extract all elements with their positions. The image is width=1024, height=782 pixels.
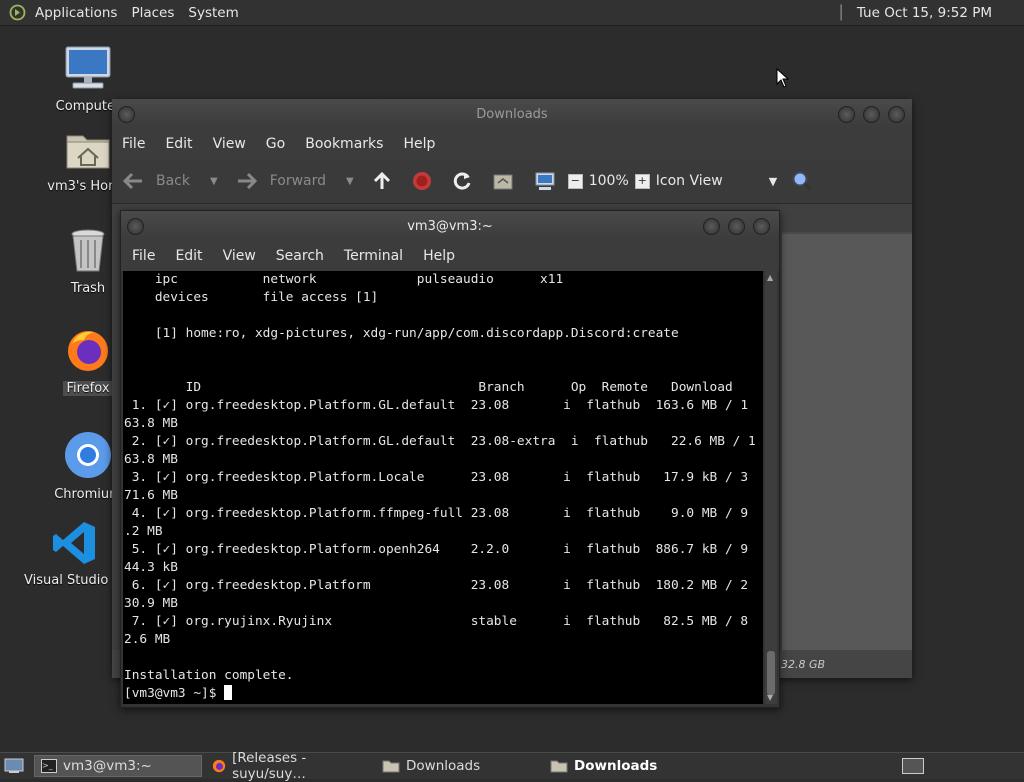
file-manager-toolbar: Back ▼ Forward ▼ − 100% + Icon View ▼ [112,159,912,204]
forward-button[interactable]: Forward ▼ [236,172,354,190]
taskbar-item-downloads-active[interactable]: Downloads [544,755,704,777]
zoom-level: 100% [588,173,629,189]
clock-text: Tue Oct 15, 9:52 PM [856,4,992,21]
up-button[interactable] [372,171,392,191]
places-menu[interactable]: Places [124,5,181,21]
window-menu-button[interactable] [118,106,135,123]
firefox-icon [68,331,108,371]
back-dropdown-icon[interactable]: ▼ [210,176,218,187]
forward-dropdown-icon[interactable]: ▼ [346,176,354,187]
terminal-menubar: File Edit View Search Terminal Help [121,241,779,271]
terminal-prompt-line[interactable]: [vm3@vm3 ~]$ [123,685,763,703]
folder-icon [382,760,400,773]
menu-help[interactable]: Help [393,136,445,152]
back-arrow-icon [122,172,142,190]
home-folder-icon [493,174,513,190]
stop-button[interactable] [412,171,432,191]
computer-icon [65,46,111,89]
zoom-in-icon[interactable]: + [634,173,650,189]
zoom-out-icon[interactable]: − [567,173,583,189]
menu-search[interactable]: Search [265,248,333,264]
terminal-titlebar[interactable]: vm3@vm3:~ [121,211,779,241]
search-icon [792,171,813,192]
reload-button[interactable] [452,171,472,191]
menu-view[interactable]: View [212,248,265,264]
clock[interactable]: ▏ Tue Oct 15, 9:52 PM [840,5,1024,21]
scroll-up-icon[interactable]: ▲ [767,273,773,282]
home-button[interactable] [492,171,514,191]
menu-edit[interactable]: Edit [164,248,211,264]
chevron-down-icon: ▼ [768,174,778,188]
maximize-button[interactable] [728,218,745,235]
show-desktop-icon[interactable] [4,758,24,774]
top-panel: Applications Places System ▏ Tue Oct 15,… [0,0,1024,26]
window-title: vm3@vm3:~ [407,218,493,234]
shell-prompt: [vm3@vm3 ~]$ [124,686,225,701]
taskbar-item-downloads[interactable]: Downloads [376,755,540,777]
forward-arrow-icon [237,172,257,190]
view-mode-select[interactable]: Icon View ▼ [656,173,777,189]
separator-handle-icon: ▏ [840,4,851,21]
stop-icon [412,172,431,190]
taskbar-item-label: [Releases - suyu/suy… [232,750,307,782]
chromium-icon [65,432,111,478]
firefox-icon [212,759,226,773]
home-folder-icon [66,135,110,169]
zoom-control[interactable]: − 100% + [567,173,650,189]
taskbar-item-firefox[interactable]: [Releases - suyu/suy… [206,750,372,782]
desktop-icon-label: Visual Studio Code [24,573,124,588]
menu-view[interactable]: View [203,136,256,152]
system-menu[interactable]: System [181,5,245,21]
terminal-text: ipc network pulseaudio x11 devices file … [124,272,756,683]
reload-icon [453,172,471,190]
file-manager-titlebar[interactable]: Downloads [112,99,912,129]
workspace-switcher-icon[interactable] [902,758,924,774]
mouse-pointer-icon [776,68,790,88]
menu-file[interactable]: File [112,136,155,152]
desktop-icon-label: Firefox [63,381,113,396]
vscode-icon [53,522,95,564]
scroll-down-icon[interactable]: ▼ [767,693,773,702]
taskbar-item-label: Downloads [406,758,481,774]
file-manager-menubar: File Edit View Go Bookmarks Help [112,129,912,159]
maximize-button[interactable] [863,106,880,123]
minimize-button[interactable] [838,106,855,123]
terminal-window: vm3@vm3:~ File Edit View Search Terminal… [120,210,780,708]
text-cursor [224,685,233,700]
system-logo-icon[interactable] [9,4,26,21]
menu-edit[interactable]: Edit [155,136,202,152]
free-space-text: 32.8 GB [781,658,826,671]
taskbar-item-terminal[interactable]: >_ vm3@vm3:~ [34,755,202,777]
search-button[interactable] [791,170,813,192]
desktop-icon-vscode[interactable]: Visual Studio Code [24,520,124,588]
terminal-output[interactable]: ipc network pulseaudio x11 devices file … [123,271,763,704]
applications-menu[interactable]: Applications [28,5,124,21]
trash-icon [71,229,105,272]
window-menu-button[interactable] [127,218,144,235]
computer-icon [535,172,555,190]
file-view-area[interactable] [782,234,912,650]
taskbar-item-label: Downloads [574,758,658,774]
back-button[interactable]: Back ▼ [122,172,218,190]
menu-file[interactable]: File [121,248,164,264]
menu-terminal[interactable]: Terminal [333,248,412,264]
menu-help[interactable]: Help [412,248,464,264]
taskbar: >_ vm3@vm3:~ [Releases - suyu/suy… Downl… [0,750,1024,782]
up-arrow-icon [373,171,390,189]
computer-button[interactable] [534,171,556,191]
taskbar-item-label: vm3@vm3:~ [63,758,152,774]
terminal-scrollbar[interactable]: ▲ ▼ [765,271,777,704]
menu-bookmarks[interactable]: Bookmarks [295,136,393,152]
window-title: Downloads [476,106,548,122]
scrollbar-thumb[interactable] [767,651,775,695]
folder-icon [550,760,568,773]
terminal-icon: >_ [41,759,57,773]
close-button[interactable] [888,106,905,123]
minimize-button[interactable] [703,218,720,235]
view-mode-value: Icon View [655,173,723,189]
close-button[interactable] [753,218,770,235]
menu-go[interactable]: Go [256,136,295,152]
